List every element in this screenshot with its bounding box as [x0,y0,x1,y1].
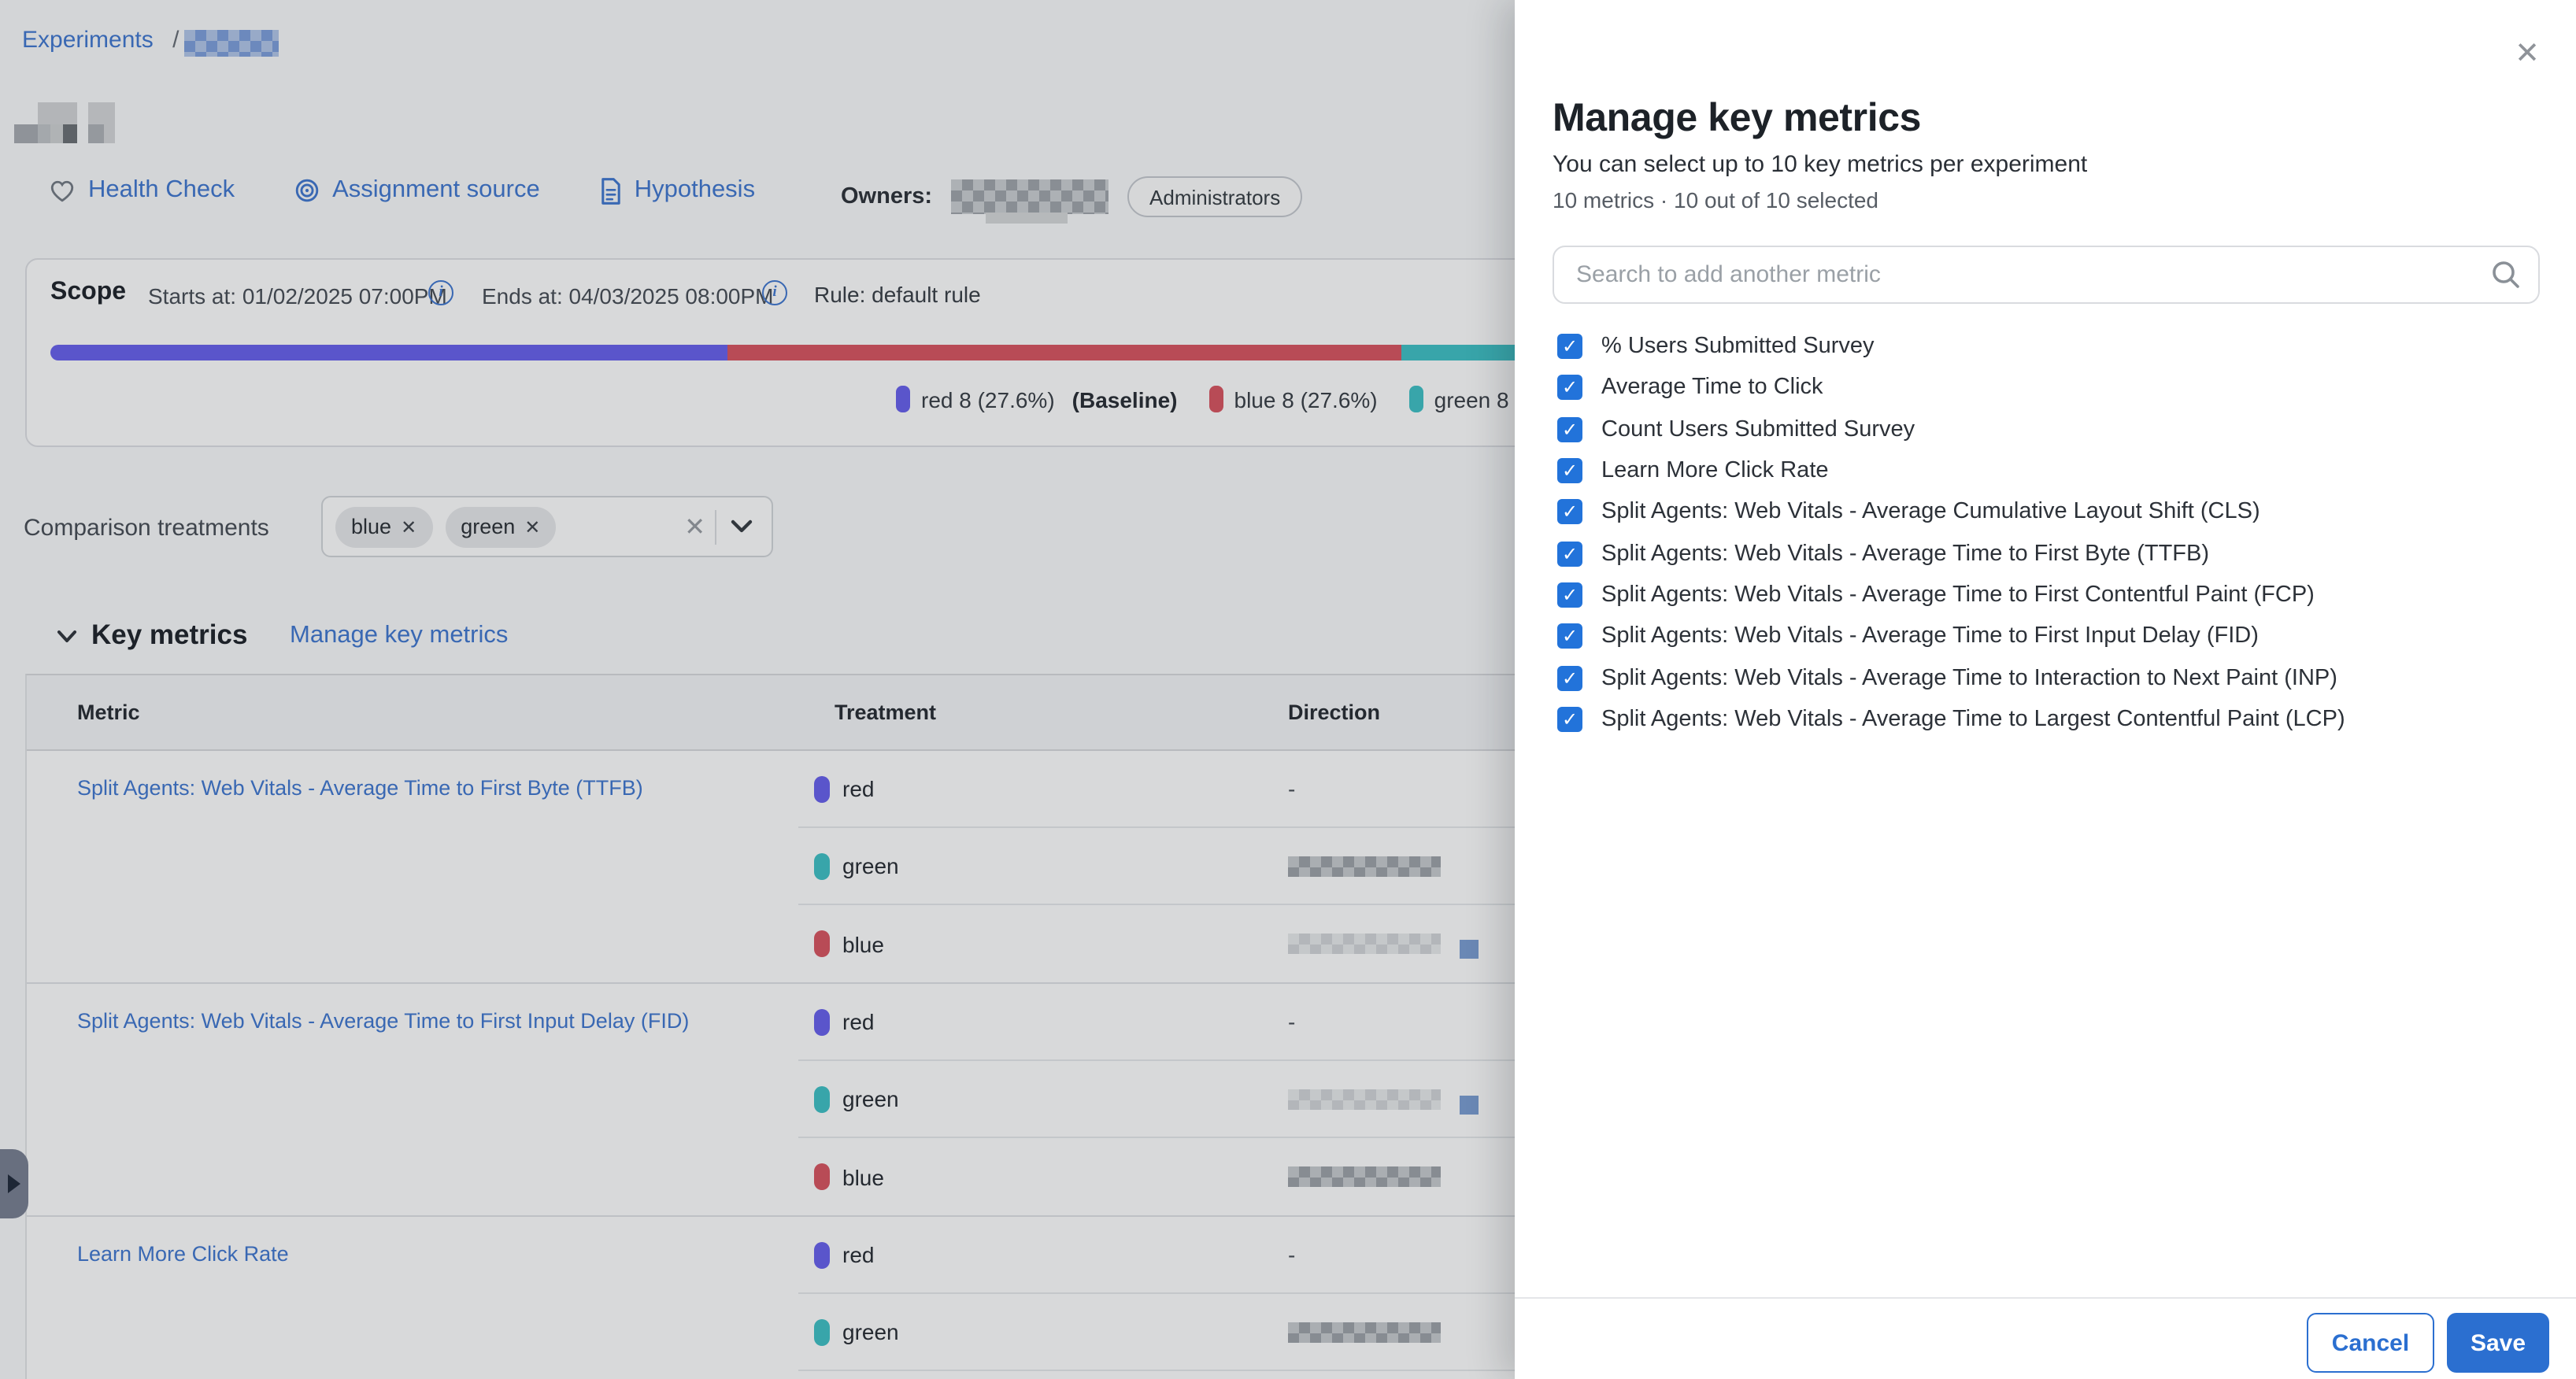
metric-option-label: Count Users Submitted Survey [1601,416,1915,442]
panel-title: Manage key metrics [1553,96,1921,142]
panel-footer: Cancel Save [1515,1297,2576,1379]
metric-checkbox-checked[interactable]: ✓ [1557,334,1582,359]
close-icon[interactable]: ✕ [2508,35,2546,72]
metric-checkbox-checked[interactable]: ✓ [1557,458,1582,483]
save-button[interactable]: Save [2447,1313,2549,1373]
metric-option-row: ✓ % Users Submitted Survey [1557,326,2533,368]
metric-option-label: Split Agents: Web Vitals - Average Time … [1601,541,2209,566]
metric-checkbox-checked[interactable]: ✓ [1557,665,1582,690]
metric-option-row: ✓ Count Users Submitted Survey [1557,409,2533,450]
metric-option-row: ✓ Split Agents: Web Vitals - Average Cumu… [1557,491,2533,533]
metric-option-label: Split Agents: Web Vitals - Average Time … [1601,623,2259,649]
metric-option-row: ✓ Split Agents: Web Vitals - Average Time… [1557,616,2533,657]
metric-option-row: ✓ Split Agents: Web Vitals - Average Time… [1557,657,2533,699]
panel-subtitle: You can select up to 10 key metrics per … [1553,151,2087,178]
metric-option-label: % Users Submitted Survey [1601,334,1875,359]
metric-option-row: ✓ Average Time to Click [1557,368,2533,409]
metric-checkbox-checked[interactable]: ✓ [1557,623,1582,649]
metrics-count-summary: 10 metrics · 10 out of 10 selected [1553,187,1878,213]
metric-option-row: ✓ Split Agents: Web Vitals - Average Time… [1557,533,2533,575]
search-icon [2491,260,2521,298]
metric-checkbox-list: ✓ % Users Submitted Survey ✓ Average Time t… [1557,326,2533,740]
metric-option-label: Learn More Click Rate [1601,458,1829,483]
metric-checkbox-checked[interactable]: ✓ [1557,416,1582,442]
metric-option-label: Split Agents: Web Vitals - Average Time … [1601,582,2315,608]
metric-option-label: Average Time to Click [1601,375,1823,401]
metric-option-label: Split Agents: Web Vitals - Average Time … [1601,707,2345,732]
metric-search-input[interactable] [1553,246,2540,304]
metric-option-label: Split Agents: Web Vitals - Average Time … [1601,665,2337,690]
cancel-button[interactable]: Cancel [2307,1313,2434,1373]
metric-option-label: Split Agents: Web Vitals - Average Cumul… [1601,500,2260,525]
metric-checkbox-checked[interactable]: ✓ [1557,541,1582,566]
metric-option-row: ✓ Learn More Click Rate [1557,450,2533,492]
app-window: Experiments / Health CheckAssignment sou… [0,0,2576,1379]
metric-checkbox-checked[interactable]: ✓ [1557,707,1582,732]
metric-checkbox-checked[interactable]: ✓ [1557,500,1582,525]
manage-key-metrics-panel: ✕ Manage key metrics You can select up t… [1515,0,2576,1379]
metric-search [1553,246,2540,304]
metric-option-row: ✓ Split Agents: Web Vitals - Average Time… [1557,575,2533,616]
metric-checkbox-checked[interactable]: ✓ [1557,582,1582,608]
metric-checkbox-checked[interactable]: ✓ [1557,375,1582,401]
metric-option-row: ✓ Split Agents: Web Vitals - Average Time… [1557,698,2533,740]
